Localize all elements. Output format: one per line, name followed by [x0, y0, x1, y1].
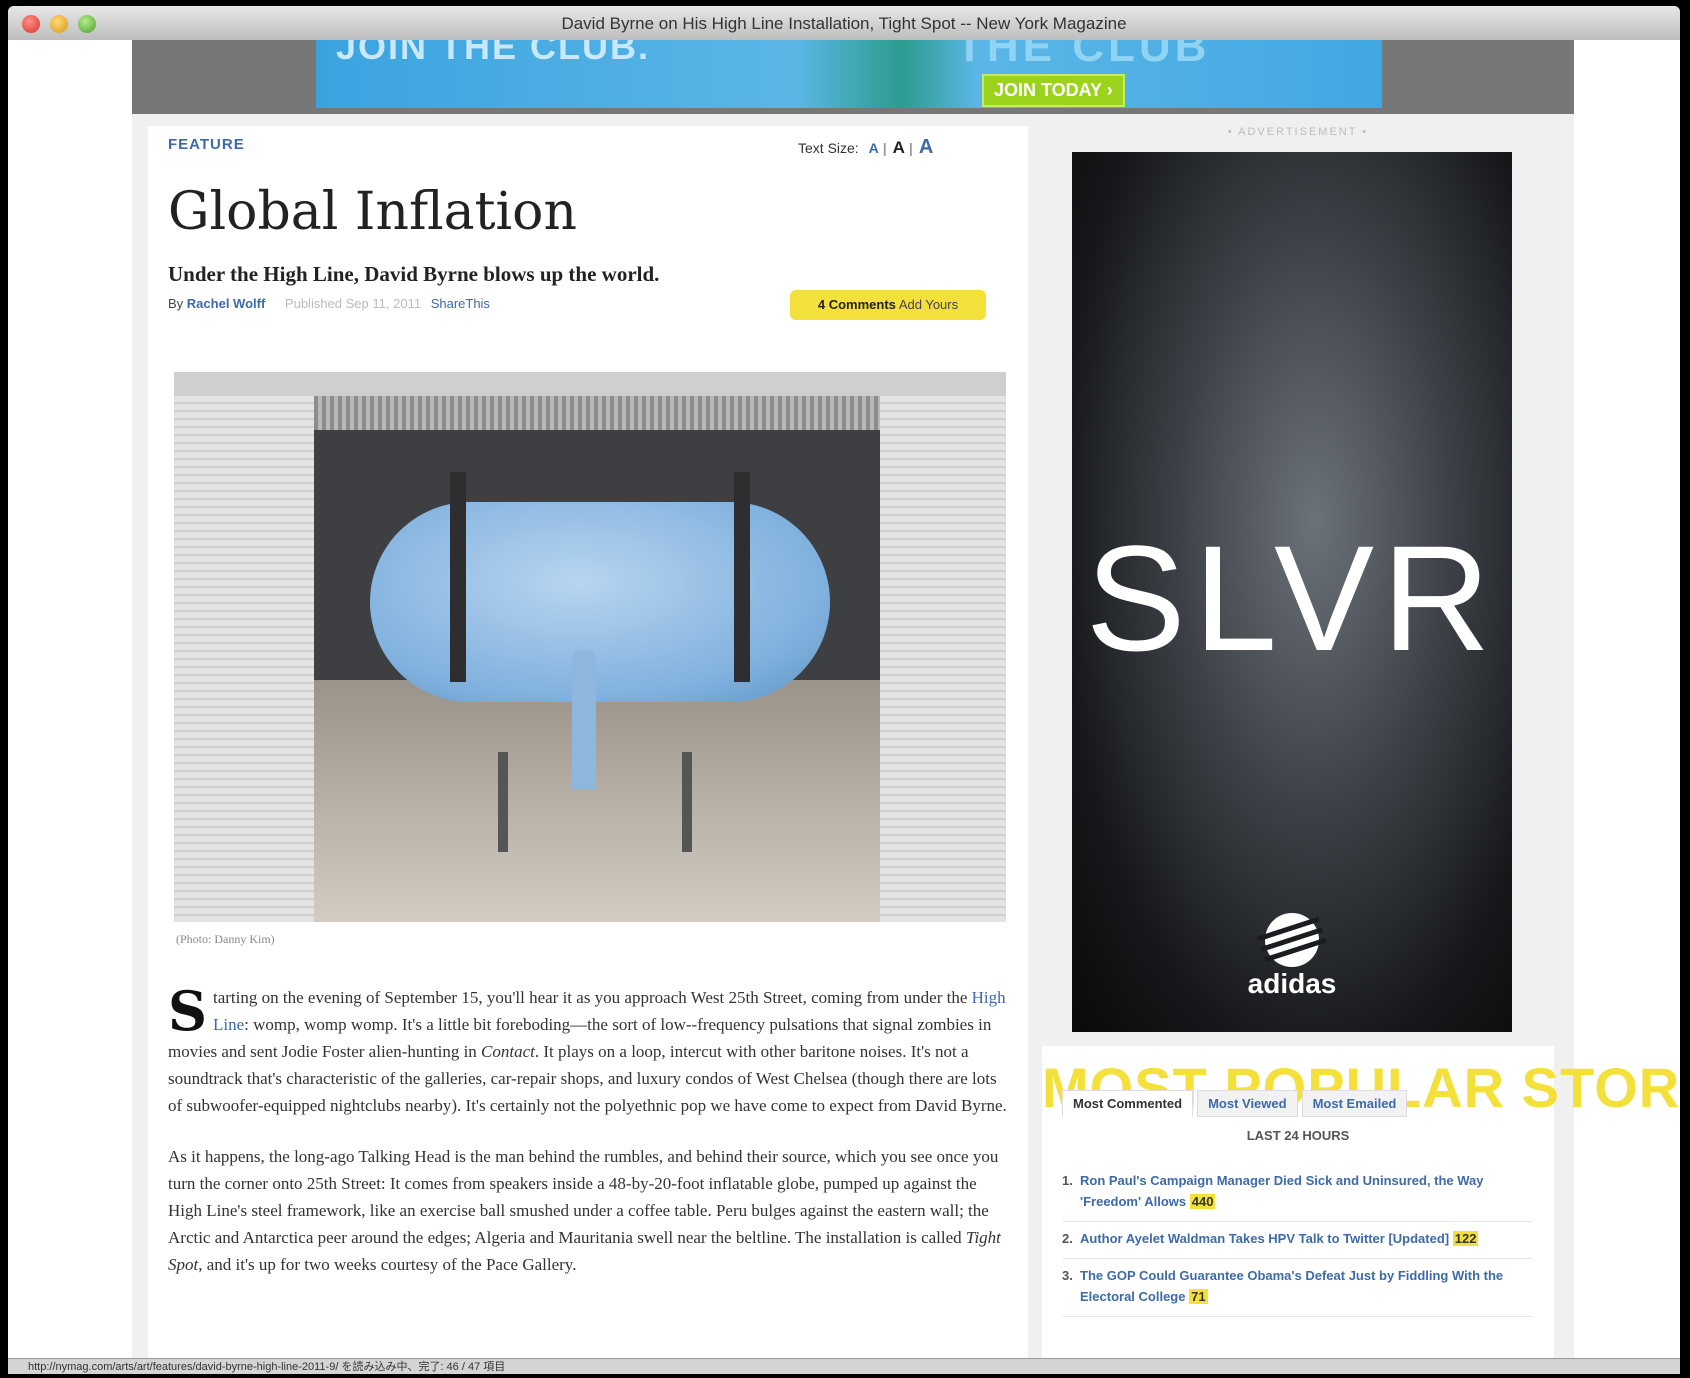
- top-ad-band: JOIN THE CLUB. THE CLUB JOIN TODAY ›: [132, 40, 1574, 114]
- add-comment-label: Add Yours: [898, 297, 959, 312]
- photo-shutter-left: [174, 396, 314, 922]
- page-gutter-right: [1574, 40, 1680, 1370]
- tab-most-commented[interactable]: Most Commented: [1062, 1090, 1194, 1117]
- article-column: FEATURE Text Size: A | A | A Global Inflatio…: [148, 126, 1028, 1374]
- comment-count-badge: 440: [1189, 1194, 1216, 1209]
- drop-cap: S: [168, 979, 207, 1043]
- paragraph-1-italic: Contact: [481, 1042, 535, 1061]
- advertisement-label: • ADVERTISEMENT •: [1227, 126, 1369, 138]
- story-number: 1.: [1062, 1173, 1073, 1188]
- photo-pillar-right: [734, 472, 750, 682]
- text-size-medium-button[interactable]: A: [893, 138, 905, 157]
- ad-brand-text: SLVR: [1085, 514, 1499, 682]
- banner-brand-text: THE CLUB: [956, 40, 1211, 71]
- window-title: David Byrne on His High Line Installatio…: [561, 14, 1127, 33]
- story-number: 2.: [1062, 1231, 1073, 1246]
- most-popular-module: MOST POPULAR STORIES Most CommentedMost …: [1042, 1046, 1680, 1374]
- browser-window: David Byrne on His High Line Installatio…: [8, 6, 1680, 1374]
- paragraph-2: As it happens, the long-ago Talking Head…: [168, 1143, 1008, 1278]
- photo-inflatable-globe: [370, 502, 830, 702]
- popular-stories-list: 1. Ron Paul's Campaign Manager Died Sick…: [1062, 1164, 1532, 1317]
- paragraph-1-text-a: tarting on the evening of September 15, …: [213, 988, 972, 1007]
- byline: By Rachel Wolff Published Sep 11, 2011 S…: [168, 296, 490, 311]
- text-size-small-button[interactable]: A: [869, 140, 879, 156]
- article-dek: Under the High Line, David Byrne blows u…: [168, 262, 660, 286]
- publish-date: Published Sep 11, 2011: [284, 296, 422, 311]
- comment-count-badge: 122: [1452, 1231, 1479, 1246]
- photo-person: [572, 650, 596, 790]
- paragraph-2-text-b: , and it's up for two weeks courtesy of …: [198, 1255, 577, 1274]
- photo-shutter-right: [880, 396, 1006, 922]
- article-photo[interactable]: [174, 372, 1006, 922]
- story-link[interactable]: The GOP Could Guarantee Obama's Defeat J…: [1080, 1268, 1503, 1304]
- list-item[interactable]: 2. Author Ayelet Waldman Takes HPV Talk …: [1062, 1222, 1532, 1259]
- article-headline: Global Inflation: [168, 182, 577, 242]
- ad-logo-text: adidas: [1247, 968, 1337, 999]
- paragraph-2-text-a: As it happens, the long-ago Talking Head…: [168, 1147, 999, 1247]
- photo-bollard-right: [682, 752, 692, 852]
- comments-button[interactable]: 4 Comments Add Yours: [790, 290, 986, 320]
- story-number: 3.: [1062, 1268, 1073, 1283]
- byline-prefix: By: [168, 296, 184, 311]
- list-item[interactable]: 3. The GOP Could Guarantee Obama's Defea…: [1062, 1259, 1532, 1317]
- text-size-large-button[interactable]: A: [919, 136, 933, 158]
- article-body: Starting on the evening of September 15,…: [168, 984, 1008, 1302]
- paragraph-1: Starting on the evening of September 15,…: [168, 984, 1008, 1119]
- banner-headline: JOIN THE CLUB.: [336, 40, 651, 67]
- story-link[interactable]: Ron Paul's Campaign Manager Died Sick an…: [1080, 1173, 1484, 1209]
- period-label: LAST 24 HOURS: [1246, 1128, 1350, 1143]
- list-item[interactable]: 1. Ron Paul's Campaign Manager Died Sick…: [1062, 1164, 1532, 1222]
- photo-lintel: [174, 372, 1006, 396]
- popular-tabs: Most Commented Most Viewed Most Emailed: [1062, 1090, 1411, 1118]
- top-banner-ad[interactable]: JOIN THE CLUB. THE CLUB JOIN TODAY ›: [316, 40, 1382, 108]
- photo-ground: [314, 680, 880, 922]
- status-bar: http://nymag.com/arts/art/features/david…: [8, 1358, 1680, 1374]
- adidas-logo-icon: [1257, 913, 1327, 967]
- story-link[interactable]: Author Ayelet Waldman Takes HPV Talk to …: [1080, 1231, 1449, 1246]
- author-link[interactable]: Rachel Wolff: [187, 296, 266, 311]
- photo-pillar-left: [450, 472, 466, 682]
- text-size-label: Text Size:: [798, 140, 859, 156]
- web-page: JOIN THE CLUB. THE CLUB JOIN TODAY › FEA…: [132, 40, 1680, 1374]
- photo-steel-beam: [314, 396, 880, 430]
- join-today-button[interactable]: JOIN TODAY ›: [982, 74, 1125, 107]
- text-size-control: Text Size: A | A | A: [798, 136, 934, 158]
- sidebar: • ADVERTISEMENT • SLVR adidas MOST POPUL…: [1042, 126, 1680, 1374]
- tab-most-emailed[interactable]: Most Emailed: [1301, 1090, 1408, 1117]
- tab-most-viewed[interactable]: Most Viewed: [1197, 1090, 1298, 1117]
- photo-caption: (Photo: Danny Kim): [176, 932, 275, 946]
- section-label[interactable]: FEATURE: [168, 136, 245, 153]
- sidebar-ad[interactable]: SLVR adidas: [1072, 152, 1512, 1032]
- photo-bollard-left: [498, 752, 508, 852]
- title-bar: David Byrne on His High Line Installatio…: [8, 6, 1680, 41]
- share-this-link[interactable]: ShareThis: [431, 296, 490, 311]
- comment-count-badge: 71: [1189, 1289, 1208, 1304]
- comments-count: 4 Comments: [817, 297, 896, 312]
- page-gutter-left: [8, 40, 132, 1370]
